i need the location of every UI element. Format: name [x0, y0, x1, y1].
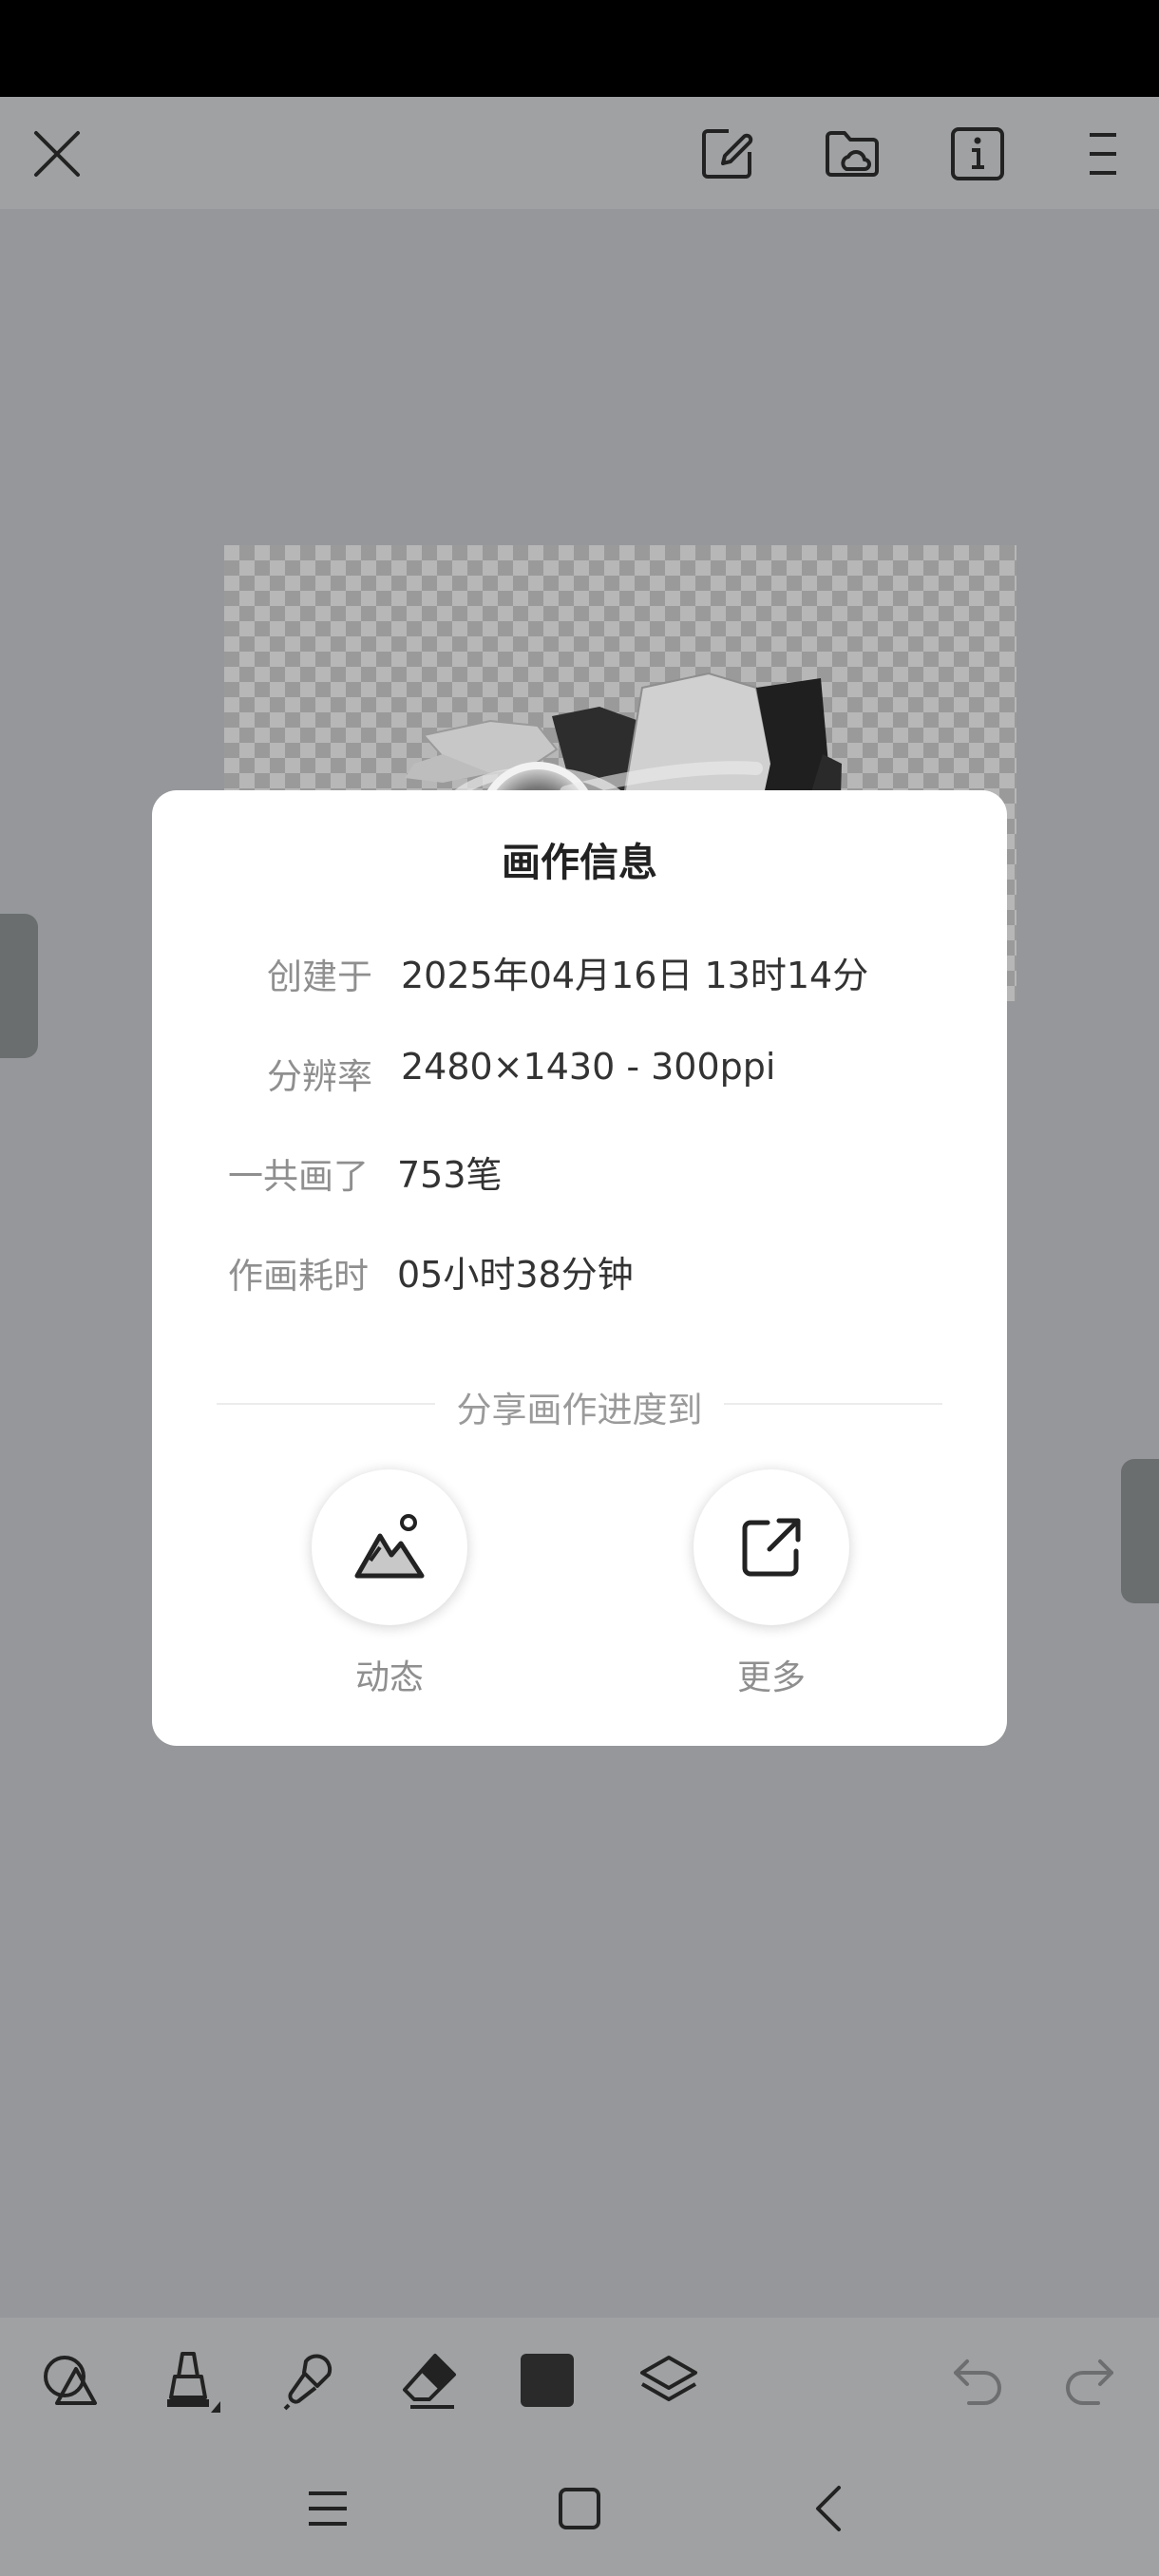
share-more-button[interactable] [694, 1469, 849, 1625]
close-icon [34, 131, 80, 177]
mountain-icon [354, 1514, 425, 1579]
undo-icon [954, 2359, 1001, 2405]
edit-document-button[interactable] [689, 116, 765, 192]
edit-document-icon [702, 129, 753, 179]
layers-icon [640, 2356, 697, 2401]
recents-icon [309, 2491, 347, 2526]
marker-tool-button[interactable] [152, 2342, 228, 2418]
cloud-folder-button[interactable] [814, 116, 890, 192]
resolution-value: 2480×1430 - 300ppi [401, 1046, 776, 1088]
status-bar [0, 0, 1159, 97]
layers-button[interactable] [631, 2342, 707, 2418]
shapes-icon [44, 2356, 97, 2405]
share-moments-button[interactable] [312, 1469, 467, 1625]
color-swatch [521, 2354, 574, 2407]
strokes-value: 753笔 [397, 1154, 503, 1196]
system-nav-bar [0, 2441, 1159, 2576]
recents-button[interactable] [294, 2475, 361, 2542]
share-heading: 分享画作进度到 [456, 1390, 703, 1430]
brush-icon [283, 2354, 332, 2411]
created-value: 2025年04月16日 13时14分 [401, 955, 869, 996]
home-icon [559, 2488, 600, 2529]
left-slider-handle[interactable] [0, 914, 38, 1058]
time-label: 作画耗时 [228, 1256, 369, 1297]
redo-button[interactable] [1051, 2342, 1127, 2418]
brush-tool-button[interactable] [272, 2342, 348, 2418]
back-button[interactable] [798, 2475, 864, 2542]
home-button[interactable] [546, 2475, 613, 2542]
cloud-folder-icon [826, 131, 879, 177]
time-value: 05小时38分钟 [397, 1254, 634, 1296]
top-toolbar [0, 97, 1159, 209]
eraser-icon [403, 2354, 456, 2409]
share-more-label: 更多 [736, 1658, 806, 1697]
undo-button[interactable] [940, 2342, 1016, 2418]
info-icon [951, 127, 1004, 180]
created-label: 创建于 [267, 957, 372, 997]
right-slider-handle[interactable] [1121, 1459, 1159, 1603]
redo-icon [1066, 2359, 1113, 2405]
bottom-toolbar [0, 2318, 1159, 2441]
info-button[interactable] [940, 116, 1016, 192]
dialog-title: 画作信息 [502, 840, 657, 885]
color-swatch-button[interactable] [509, 2342, 585, 2418]
menu-icon [1090, 133, 1116, 175]
back-icon [816, 2486, 841, 2531]
strokes-label: 一共画了 [228, 1156, 369, 1197]
shapes-tool-button[interactable] [32, 2342, 108, 2418]
share-moments-label: 动态 [354, 1658, 424, 1697]
artwork-info-dialog: 画作信息 创建于 2025年04月16日 13时14分 分辨率 2480×143… [152, 790, 1007, 1746]
resolution-label: 分辨率 [267, 1056, 372, 1097]
eraser-tool-button[interactable] [391, 2342, 467, 2418]
menu-button[interactable] [1065, 116, 1141, 192]
close-button[interactable] [19, 116, 95, 192]
marker-icon [167, 2352, 220, 2413]
external-share-icon [742, 1518, 801, 1577]
